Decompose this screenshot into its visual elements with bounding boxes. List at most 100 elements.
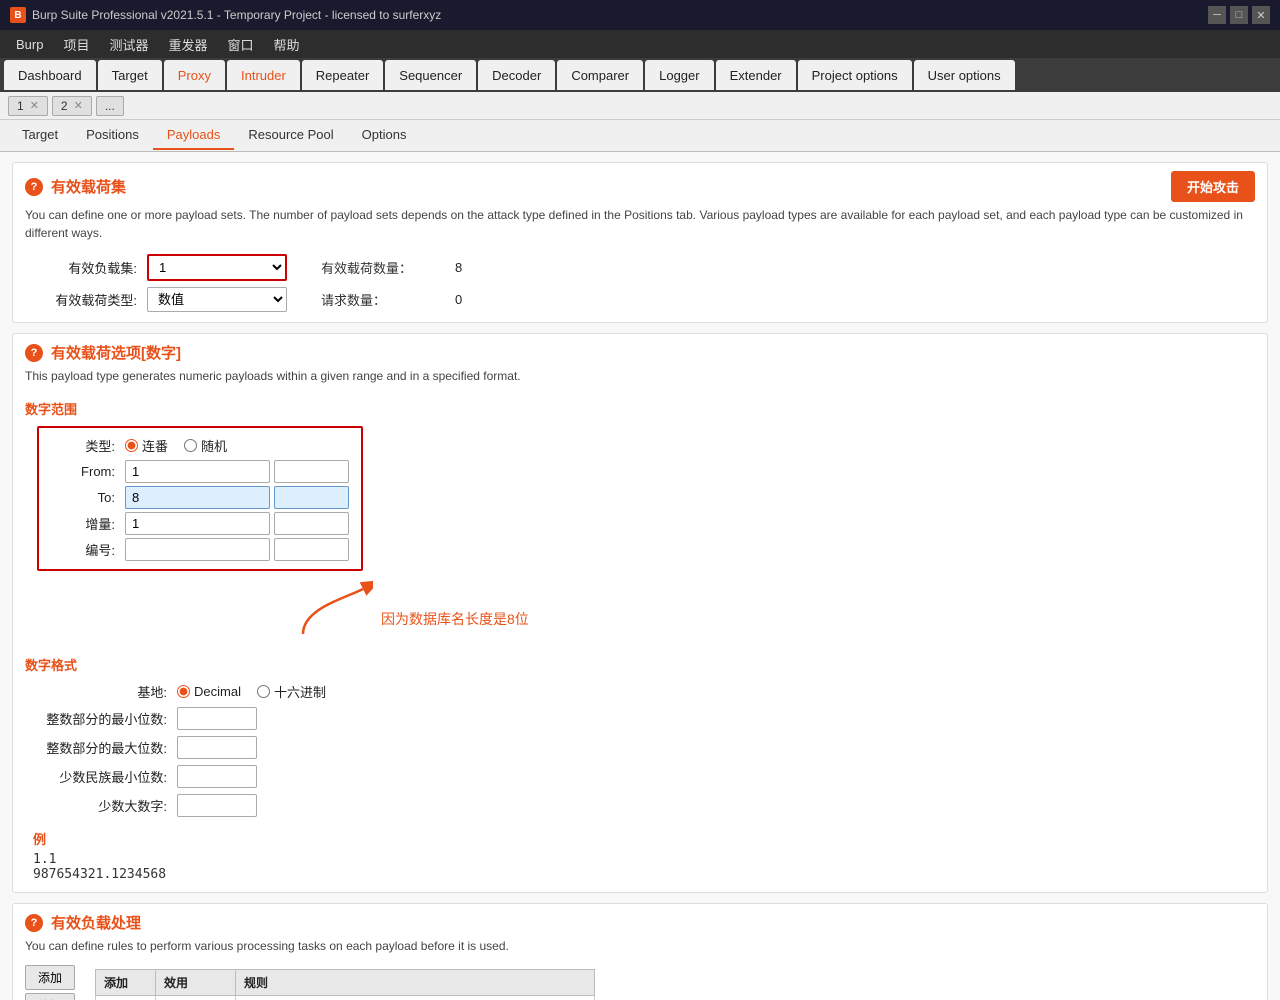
- payload-set-select[interactable]: 1 2: [147, 254, 287, 281]
- payload-count-value: 8: [455, 260, 575, 275]
- tab-proxy[interactable]: Proxy: [164, 60, 225, 90]
- window-controls: ─ □ ✕: [1208, 6, 1270, 24]
- app-icon: B: [10, 7, 26, 23]
- radio-sequential-label[interactable]: 连番: [125, 436, 168, 455]
- section-tab-options[interactable]: Options: [348, 121, 421, 150]
- subtab-more[interactable]: ...: [96, 96, 124, 116]
- payload-set-title: 有效载荷集: [51, 176, 126, 197]
- radio-sequential[interactable]: [125, 439, 138, 452]
- tab-project-options[interactable]: Project options: [798, 60, 912, 90]
- menu-repeater[interactable]: 重发器: [161, 32, 216, 57]
- payload-options-section: ? 有效载荷选项[数字] This payload type generates…: [12, 333, 1268, 893]
- annotation-text: 因为数据库名长度是8位: [381, 609, 529, 629]
- close-button[interactable]: ✕: [1252, 6, 1270, 24]
- example-line1: 1.1: [33, 852, 1247, 867]
- tab-intruder[interactable]: Intruder: [227, 60, 300, 90]
- number-format-title: 数字格式: [13, 649, 1267, 678]
- arrow-svg: [293, 579, 373, 639]
- encoding-input[interactable]: [125, 538, 270, 561]
- from-input[interactable]: [125, 460, 270, 483]
- close-subtab-1-icon[interactable]: ✕: [30, 99, 39, 112]
- title-bar: B Burp Suite Professional v2021.5.1 - Te…: [0, 0, 1280, 30]
- table-row: [96, 996, 595, 1000]
- menu-help[interactable]: 帮助: [266, 32, 308, 57]
- base-label: 基地:: [33, 682, 173, 701]
- minimize-button[interactable]: ─: [1208, 6, 1226, 24]
- payload-options-help-icon[interactable]: ?: [25, 344, 43, 362]
- payload-processing-section: ? 有效负载处理 You can define rules to perform…: [12, 903, 1268, 1000]
- min-frac-input[interactable]: [177, 765, 257, 788]
- request-count-value: 0: [455, 292, 575, 307]
- radio-random[interactable]: [184, 439, 197, 452]
- tab-comparer[interactable]: Comparer: [557, 60, 643, 90]
- radio-decimal[interactable]: [177, 685, 190, 698]
- menu-burp[interactable]: Burp: [8, 34, 51, 55]
- tab-user-options[interactable]: User options: [914, 60, 1015, 90]
- menu-project[interactable]: 项目: [55, 32, 97, 57]
- arrow-annotation-area: 因为数据库名长度是8位: [13, 579, 1267, 649]
- payload-set-help-icon[interactable]: ?: [25, 178, 43, 196]
- processing-help-icon[interactable]: ?: [25, 914, 43, 932]
- example-line2: 987654321.1234568: [33, 867, 1247, 882]
- max-int-input[interactable]: [177, 736, 257, 759]
- processing-table-area: 添加 编辑 删除 添加 效用 规则: [13, 961, 1267, 1000]
- maximize-button[interactable]: □: [1230, 6, 1248, 24]
- tab-extender[interactable]: Extender: [716, 60, 796, 90]
- subtab-bar: 1 ✕ 2 ✕ ...: [0, 92, 1280, 120]
- tab-decoder[interactable]: Decoder: [478, 60, 555, 90]
- request-count-label: 请求数量：: [321, 290, 451, 309]
- processing-title: 有效负载处理: [51, 912, 141, 933]
- col-rule: 规则: [236, 970, 595, 996]
- section-tab-target[interactable]: Target: [8, 121, 72, 150]
- section-tabs: Target Positions Payloads Resource Pool …: [0, 120, 1280, 152]
- payload-type-label: 有效载荷类型:: [33, 290, 143, 309]
- radio-random-label[interactable]: 随机: [184, 436, 227, 455]
- radio-hex-label[interactable]: 十六进制: [257, 682, 326, 701]
- step-input-2[interactable]: [274, 512, 349, 535]
- subtab-2[interactable]: 2 ✕: [52, 96, 92, 116]
- tab-logger[interactable]: Logger: [645, 60, 713, 90]
- close-subtab-2-icon[interactable]: ✕: [74, 99, 83, 112]
- max-frac-label: 少数大数字:: [33, 796, 173, 815]
- encoding-input-2[interactable]: [274, 538, 349, 561]
- encoding-label: 编号:: [51, 540, 121, 559]
- example-section: 例 1.1 987654321.1234568: [13, 825, 1267, 892]
- example-title: 例: [33, 829, 1247, 848]
- processing-buttons: 添加 编辑 删除: [25, 965, 75, 1000]
- range-red-box: 类型: 连番 随机 From:: [37, 426, 363, 571]
- radio-hex[interactable]: [257, 685, 270, 698]
- start-attack-button[interactable]: 开始攻击: [1171, 171, 1255, 202]
- tab-sequencer[interactable]: Sequencer: [385, 60, 476, 90]
- main-content: ? 有效载荷集 开始攻击 You can define one or more …: [0, 152, 1280, 1000]
- to-input-2[interactable]: [274, 486, 349, 509]
- from-input-2[interactable]: [274, 460, 349, 483]
- tab-repeater[interactable]: Repeater: [302, 60, 383, 90]
- edit-rule-button[interactable]: 编辑: [25, 993, 75, 1000]
- min-int-input[interactable]: [177, 707, 257, 730]
- tab-dashboard[interactable]: Dashboard: [4, 60, 96, 90]
- to-label: To:: [51, 490, 121, 505]
- max-frac-input[interactable]: [177, 794, 257, 817]
- section-tab-payloads[interactable]: Payloads: [153, 121, 234, 150]
- window-title: Burp Suite Professional v2021.5.1 - Temp…: [32, 8, 441, 22]
- tab-target[interactable]: Target: [98, 60, 162, 90]
- add-rule-button[interactable]: 添加: [25, 965, 75, 990]
- to-input[interactable]: [125, 486, 270, 509]
- section-tab-resource-pool[interactable]: Resource Pool: [234, 121, 347, 150]
- step-input[interactable]: [125, 512, 270, 535]
- numeric-range-title: 数字范围: [13, 393, 1267, 422]
- processing-table: 添加 效用 规则: [95, 969, 595, 1000]
- min-frac-label: 少数民族最小位数:: [33, 767, 173, 786]
- payload-set-section: ? 有效载荷集 开始攻击 You can define one or more …: [12, 162, 1268, 323]
- nav-tabs: Dashboard Target Proxy Intruder Repeater…: [0, 58, 1280, 92]
- max-int-label: 整数部分的最大位数:: [33, 738, 173, 757]
- menu-bar: Burp 项目 测试器 重发器 窗口 帮助: [0, 30, 1280, 58]
- step-label: 增量:: [51, 514, 121, 533]
- payload-type-select[interactable]: 数值 Simple list: [147, 287, 287, 312]
- radio-decimal-label[interactable]: Decimal: [177, 684, 241, 699]
- min-int-label: 整数部分的最小位数:: [33, 709, 173, 728]
- menu-window[interactable]: 窗口: [220, 32, 262, 57]
- section-tab-positions[interactable]: Positions: [72, 121, 153, 150]
- menu-tester[interactable]: 测试器: [101, 32, 156, 57]
- subtab-1[interactable]: 1 ✕: [8, 96, 48, 116]
